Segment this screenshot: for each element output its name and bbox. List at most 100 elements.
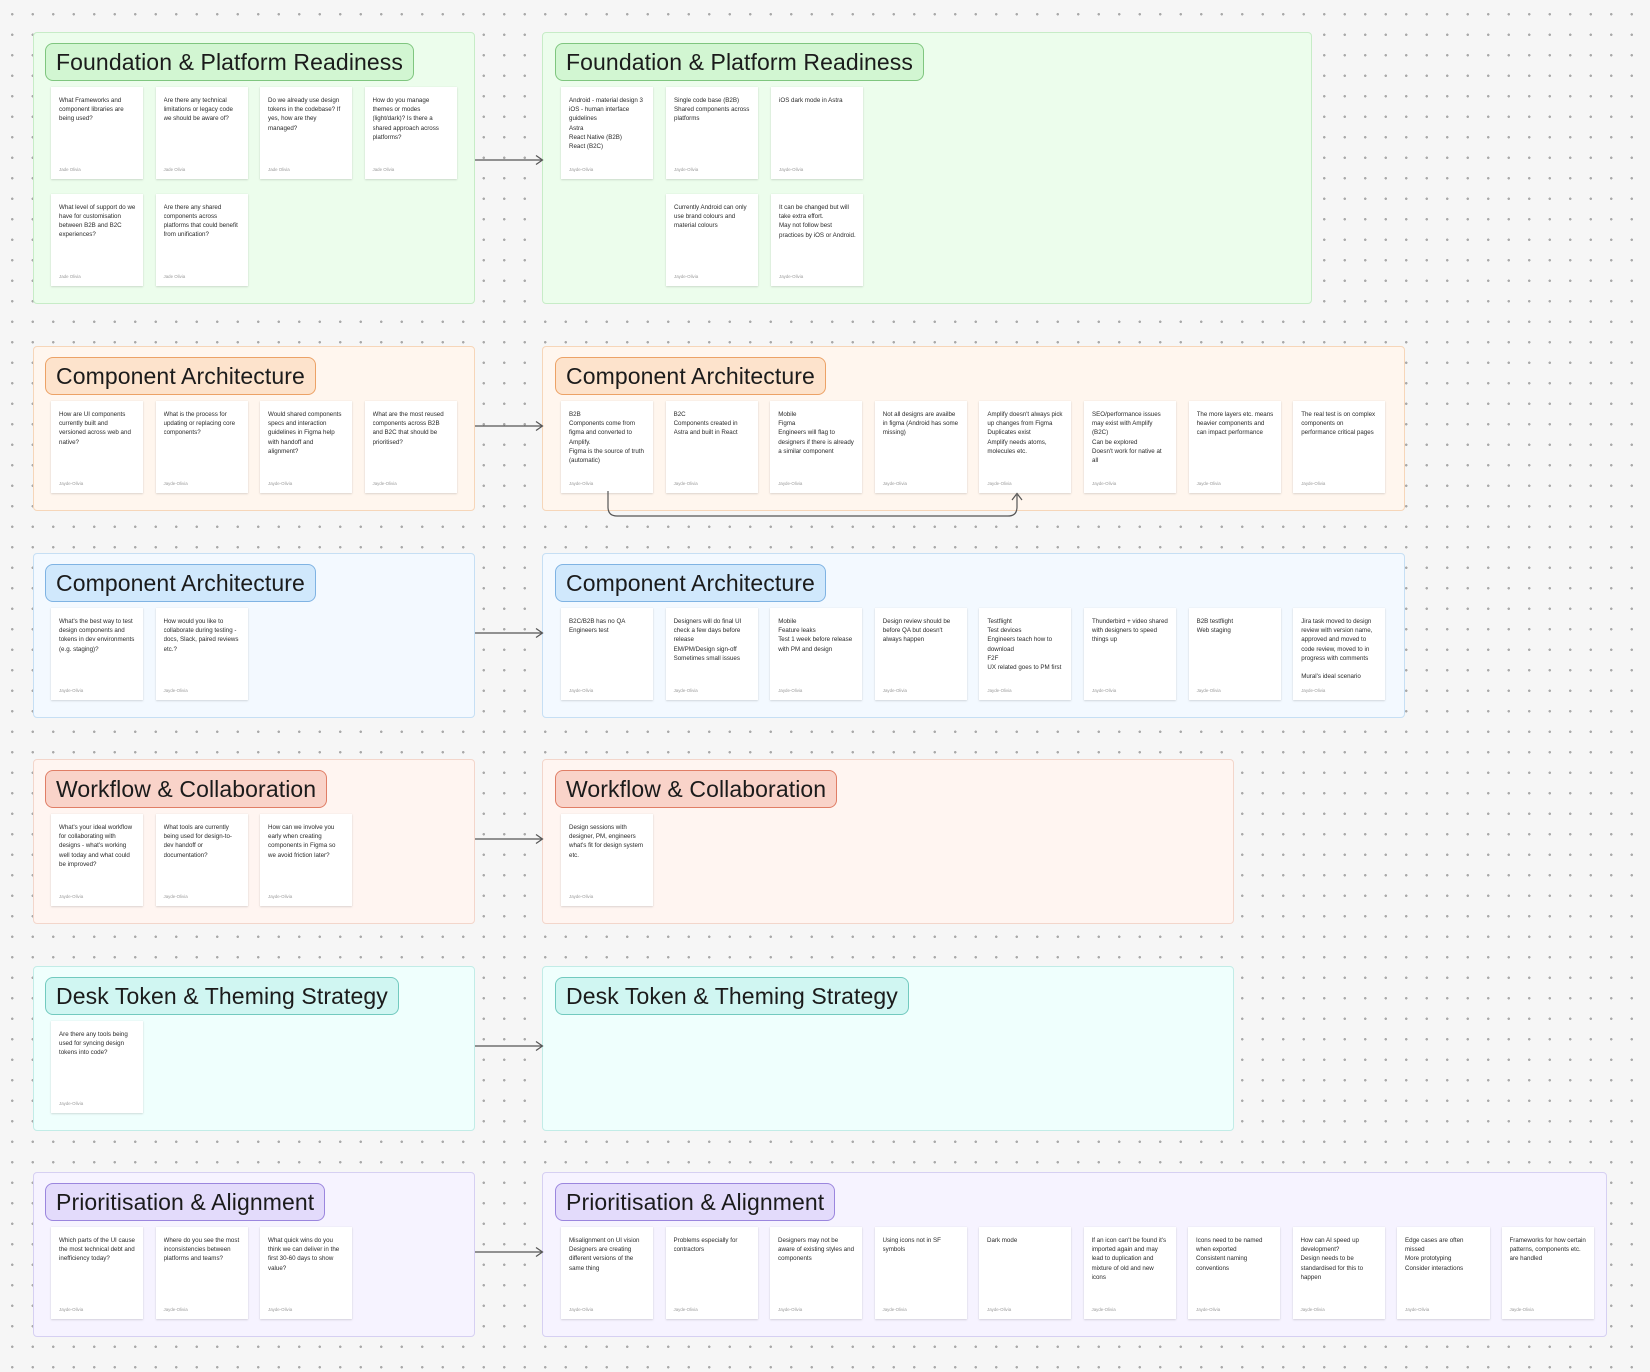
answer-sticky-note[interactable]: Android - material design 3 iOS - human …: [561, 87, 653, 179]
sticky-note-author: Jayde-Olivia: [778, 481, 803, 486]
answer-sticky-note[interactable]: Not all designs are availbe in figma (An…: [874, 401, 967, 493]
sticky-note-text: Problems especially for contractors: [673, 1237, 738, 1254]
sticky-note-text: B2B testflight Web staging: [1196, 618, 1234, 635]
question-sticky-note[interactable]: What's the best way to test design compo…: [51, 608, 143, 700]
answer-sticky-note[interactable]: If an icon can't be found it's imported …: [1083, 1227, 1176, 1319]
question-sticky-note[interactable]: Do we already use design tokens in the c…: [260, 87, 352, 179]
answer-sticky-note[interactable]: Mobile Figma Engineers will flag to desi…: [770, 401, 863, 493]
sticky-note-author: Jayde-Olivia: [1196, 688, 1221, 693]
sticky-note-author: Jayde-Olivia: [1301, 481, 1326, 486]
answer-sticky-note[interactable]: B2C/B2B has no QA Engineers test Jayde-Ol…: [561, 608, 653, 700]
sticky-note-text: Are there any tools being used for synci…: [59, 1031, 128, 1057]
sticky-note-author: Jayde-Olivia: [59, 1101, 84, 1106]
question-sticky-note[interactable]: How can we involve you early when creati…: [260, 814, 352, 906]
sticky-note-author: Jayde-Olivia: [882, 1307, 907, 1312]
question-sticky-note[interactable]: Are there any tools being used for synci…: [51, 1021, 143, 1113]
sticky-note-text: Designers will do final UI check a few d…: [673, 618, 742, 662]
answer-sticky-note[interactable]: Problems especially for contractors Jayde…: [665, 1227, 758, 1319]
question-sticky-note[interactable]: What are the most reused components acro…: [364, 401, 457, 493]
sticky-note-text: Mobile Feature leaks Test 1 week before …: [778, 618, 853, 653]
answer-sticky-note[interactable]: Dark mode Jayde-Olivia: [979, 1227, 1071, 1319]
sticky-note-author: Jayde-Olivia: [1092, 481, 1117, 486]
answer-sticky-note[interactable]: The real test is on complex components o…: [1293, 401, 1386, 493]
sticky-note-author: Jayde-Olivia: [673, 688, 698, 693]
sticky-note-author: Jayde-Olivia: [779, 167, 804, 172]
answer-sticky-note[interactable]: Misalignment on UI vision Designers are …: [561, 1227, 653, 1319]
sticky-note-text: Are there any technical limitations or l…: [163, 97, 233, 123]
sticky-note-text: Using icons not in SF symbols: [882, 1237, 941, 1254]
sticky-note-author: Jayde-Olivia: [268, 894, 293, 899]
answer-sticky-note[interactable]: Testflight Test devices Engineers teach …: [979, 608, 1072, 700]
sticky-note-author: Jayde-Olivia: [569, 894, 594, 899]
question-sticky-note[interactable]: What is the process for updating or repl…: [155, 401, 248, 493]
answer-sticky-note[interactable]: Using icons not in SF symbols Jayde-Olivi…: [874, 1227, 967, 1319]
question-sticky-note[interactable]: Which parts of the UI cause the most tec…: [51, 1227, 143, 1319]
answer-sticky-note[interactable]: The more layers etc. means heavier compo…: [1188, 401, 1281, 493]
question-sticky-note[interactable]: What Frameworks and component libraries …: [51, 87, 143, 179]
sticky-note-author: Jade Olivia: [268, 167, 290, 172]
questions-section-title: Component Architecture: [45, 357, 316, 395]
answer-sticky-note[interactable]: iOS dark mode in Astra Jayde-Olivia: [771, 87, 863, 179]
answer-sticky-note[interactable]: Designers may not be aware of existing s…: [770, 1227, 862, 1319]
arrow-right-icon: [475, 155, 544, 165]
question-sticky-note[interactable]: What tools are currently being used for …: [155, 814, 248, 906]
sticky-note-author: Jayde-Olivia: [163, 1307, 188, 1312]
answer-sticky-note[interactable]: B2C Components created in Astra and buil…: [665, 401, 758, 493]
answer-sticky-note[interactable]: B2B Components come from figma and conve…: [561, 401, 653, 493]
question-sticky-note[interactable]: How do you manage themes or modes (light…: [364, 87, 457, 179]
answer-sticky-note[interactable]: How can AI speed up development? Design …: [1292, 1227, 1385, 1319]
sticky-note-text: Testflight Test devices Engineers teach …: [987, 618, 1062, 672]
sticky-note-text: Dark mode: [987, 1237, 1018, 1244]
question-sticky-note[interactable]: How are UI components currently built an…: [51, 401, 143, 493]
answer-sticky-note[interactable]: Single code base (B2B) Shared components…: [666, 87, 758, 179]
sticky-note-text: Would shared components specs and intera…: [268, 411, 342, 455]
question-sticky-note[interactable]: Would shared components specs and intera…: [260, 401, 352, 493]
question-sticky-note[interactable]: What quick wins do you think we can deli…: [260, 1227, 352, 1319]
answer-sticky-note[interactable]: Designers will do final UI check a few d…: [665, 608, 758, 700]
question-sticky-note[interactable]: How would you like to collaborate during…: [155, 608, 248, 700]
answer-sticky-note[interactable]: Thunderbird + video shared with designer…: [1084, 608, 1176, 700]
sticky-note-text: How are UI components currently built an…: [59, 411, 131, 446]
sticky-note-text: What's the best way to test design compo…: [59, 618, 135, 653]
sticky-note-text: Icons need to be named when exported Con…: [1196, 1237, 1263, 1272]
sticky-note-text: The more layers etc. means heavier compo…: [1196, 411, 1274, 437]
question-sticky-note[interactable]: What's your ideal workflow for collabora…: [51, 814, 143, 906]
question-sticky-note[interactable]: What level of support do we have for cus…: [51, 193, 143, 286]
sticky-note-author: Jayde-Olivia: [163, 894, 188, 899]
sticky-note-author: Jayde-Olivia: [569, 688, 594, 693]
answer-sticky-note[interactable]: Design sessions with designer, PM, engin…: [561, 814, 653, 906]
answer-sticky-note[interactable]: It can be changed but will take extra ef…: [771, 194, 863, 286]
answer-sticky-note[interactable]: Mobile Feature leaks Test 1 week before …: [770, 608, 863, 700]
sticky-note-author: Jayde-Olivia: [987, 481, 1012, 486]
answer-sticky-note[interactable]: Design review should be before QA but do…: [874, 608, 967, 700]
sticky-note-author: Jayde-Olivia: [268, 1307, 293, 1312]
question-sticky-note[interactable]: Are there any shared components across p…: [155, 193, 248, 286]
sticky-note-text: Designers may not be aware of existing s…: [778, 1237, 855, 1263]
sticky-note-text: Misalignment on UI vision Designers are …: [569, 1237, 640, 1272]
sticky-note-author: Jayde-Olivia: [882, 481, 907, 486]
sticky-note-author: Jade Olivia: [59, 273, 81, 279]
sticky-note-author: Jayde-Olivia: [987, 1307, 1012, 1312]
sticky-note-author: Jayde-Olivia: [59, 894, 84, 899]
answer-sticky-note[interactable]: Frameworks for how certain patterns, com…: [1501, 1227, 1594, 1319]
answer-sticky-note[interactable]: Icons need to be named when exported Con…: [1188, 1227, 1280, 1319]
question-sticky-note[interactable]: Are there any technical limitations or l…: [155, 87, 248, 179]
sticky-note-author: Jayde-Olivia: [1509, 1307, 1534, 1312]
sticky-note-text: The real test is on complex components o…: [1301, 411, 1376, 437]
sticky-note-author: Jayde-Olivia: [1092, 688, 1117, 693]
answer-sticky-note[interactable]: Jira task moved to design review with ve…: [1293, 608, 1386, 700]
sticky-note-author: Jayde-Olivia: [268, 481, 293, 486]
answer-sticky-note[interactable]: Currently Android can only use brand col…: [666, 194, 758, 286]
loop-connector-icon: [607, 491, 1023, 517]
question-sticky-note[interactable]: Where do you see the most inconsistencie…: [155, 1227, 248, 1319]
answer-sticky-note[interactable]: Edge cases are often missed More prototy…: [1397, 1227, 1490, 1319]
answer-sticky-note[interactable]: B2B testflight Web staging Jayde-Olivia: [1188, 608, 1281, 700]
sticky-note-text: What are the most reused components acro…: [372, 411, 444, 446]
answer-sticky-note[interactable]: SEO/performance issues may exist with Am…: [1084, 401, 1176, 493]
sticky-note-text: B2C/B2B has no QA Engineers test: [569, 618, 626, 635]
sticky-note-text: Frameworks for how certain patterns, com…: [1509, 1237, 1586, 1263]
sticky-note-author: Jayde-Olivia: [569, 1307, 594, 1312]
sticky-note-text: What Frameworks and component libraries …: [59, 97, 124, 123]
answer-sticky-note[interactable]: Amplify doesn't always pick up changes f…: [979, 401, 1072, 493]
sticky-note-text: How do you manage themes or modes (light…: [372, 97, 439, 141]
